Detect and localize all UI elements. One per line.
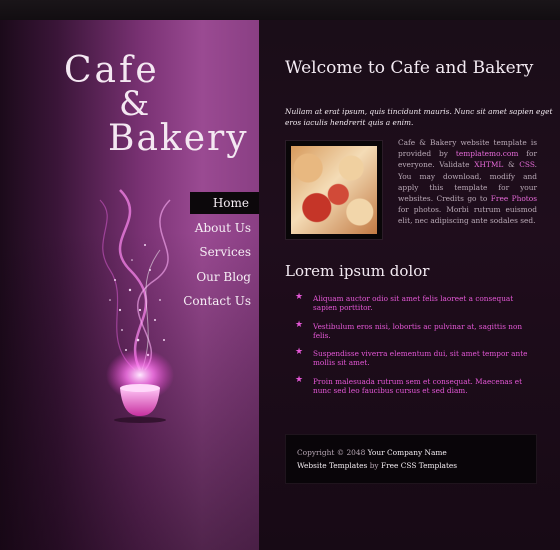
logo-line-2: Bakery: [108, 118, 249, 159]
link-free-photos[interactable]: Free Photos: [491, 194, 537, 203]
footer-by: by: [369, 461, 379, 470]
intro-text: Nullam at erat ipsum, quis tincidunt mau…: [285, 107, 553, 127]
nav-item-our-blog[interactable]: Our Blog: [119, 266, 259, 288]
copyright-text: Copyright © 2048: [297, 448, 366, 457]
star-icon: ★: [295, 319, 304, 330]
star-icon: ★: [295, 292, 304, 302]
page-title: Welcome to Cafe and Bakery: [285, 58, 534, 78]
bakery-photo: [291, 146, 377, 234]
site-logo[interactable]: Cafe & Bakery: [0, 50, 259, 180]
body-paragraph: Cafe & Bakery website template is provid…: [398, 138, 538, 226]
list-item: ★ Proin malesuada rutrum sem et consequat…: [295, 374, 523, 395]
nav-item-contact-us[interactable]: Contact Us: [119, 290, 259, 312]
top-bar: [0, 0, 560, 20]
link-xhtml[interactable]: XHTML: [474, 160, 503, 169]
link-css[interactable]: CSS: [519, 160, 534, 169]
main-content: Welcome to Cafe and Bakery Nullam at era…: [259, 20, 560, 550]
nav-item-about-us[interactable]: About Us: [119, 217, 259, 239]
star-icon: ★: [295, 347, 304, 357]
link-templatemo[interactable]: templatemo.com: [456, 149, 518, 158]
section-heading: Lorem ipsum dolor: [285, 262, 430, 280]
footer: Copyright © 2048 Your Company Name Websi…: [285, 434, 537, 484]
free-css-templates-link[interactable]: Free CSS Templates: [381, 461, 457, 470]
list-item: ★ Aliquam auctor odio sit amet felis laor…: [295, 292, 514, 313]
nav-item-home[interactable]: Home: [190, 192, 259, 214]
photo-frame: [285, 140, 383, 240]
company-link[interactable]: Your Company Name: [368, 448, 447, 457]
feature-list: ★ Aliquam auctor odio sit amet felis laor…: [295, 292, 535, 404]
list-item: ★ Vestibulum eros nisi, lobortis ac pulvi…: [295, 319, 523, 340]
nav-item-services[interactable]: Services: [119, 241, 259, 263]
star-icon: ★: [295, 374, 304, 385]
list-item: ★ Suspendisse viverra elementum dui, sit …: [295, 347, 528, 368]
website-templates-link[interactable]: Website Templates: [297, 461, 367, 470]
main-nav: Home About Us Services Our Blog Contact …: [119, 192, 259, 315]
left-panel: Cafe & Bakery Home About Us Services Our…: [0, 20, 259, 550]
